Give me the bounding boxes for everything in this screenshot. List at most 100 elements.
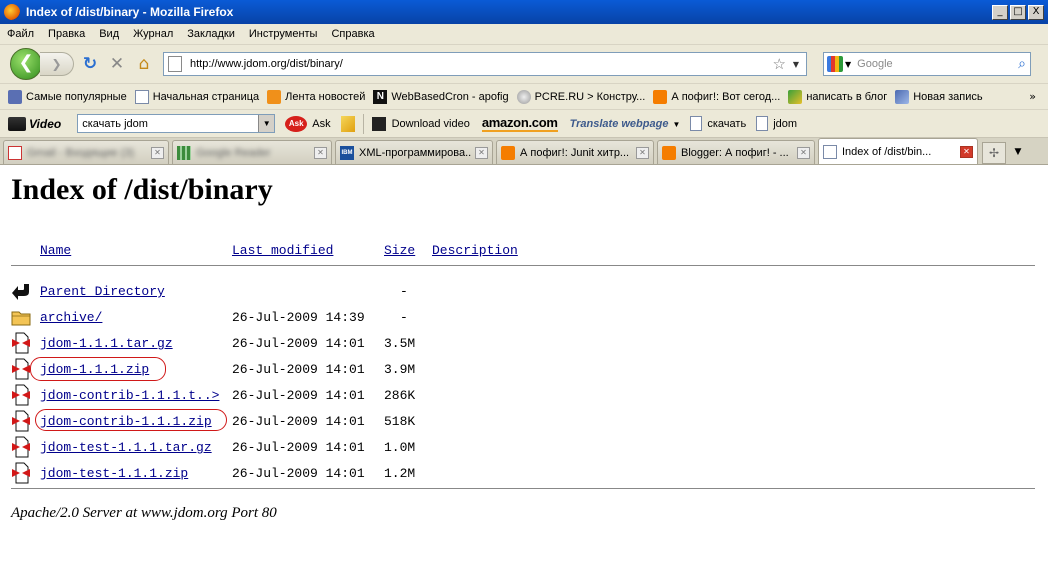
tab-list-dropdown-icon[interactable]: ▼ xyxy=(1010,142,1026,164)
column-header-description[interactable]: Description xyxy=(432,243,518,258)
film-icon xyxy=(371,116,386,131)
menu-file[interactable]: Файл xyxy=(0,28,41,40)
tab-gmail[interactable]: Gmail - Входящие (3) ✕ xyxy=(3,140,169,164)
tab-label: Google Reader xyxy=(196,146,271,159)
page-icon xyxy=(134,89,149,104)
amazon-button[interactable]: amazon.com xyxy=(481,115,558,132)
column-header-size[interactable]: Size xyxy=(384,243,415,258)
tab-index-of[interactable]: Index of /dist/bin... ✕ xyxy=(818,138,978,164)
forward-button[interactable]: ❯ xyxy=(40,52,74,76)
file-size: 3.5M xyxy=(384,336,416,351)
close-tab-icon[interactable]: ✕ xyxy=(797,146,810,159)
search-icon[interactable]: ⌕ xyxy=(1018,56,1026,72)
page-icon xyxy=(823,144,837,159)
file-size: - xyxy=(400,284,408,299)
sort-by-size-link[interactable]: Size xyxy=(384,243,415,258)
bookmark-blog-post[interactable]: А пофиг!: Вот сегод... xyxy=(653,89,780,104)
table-row: archive/ 26-Jul-2009 14:39 - xyxy=(0,310,1048,336)
bookmark-webbasedcron[interactable]: N WebBasedCron - apofig xyxy=(373,89,509,104)
compressed-icon xyxy=(12,332,30,354)
table-row: jdom-test-1.1.1.tar.gz 26-Jul-2009 14:01… xyxy=(0,436,1048,466)
bookmark-write-blog[interactable]: написать в блог xyxy=(788,89,888,104)
tab-label: XML-программирова... xyxy=(359,146,471,159)
close-tab-icon[interactable]: ✕ xyxy=(636,146,649,159)
bookmark-label: написать в блог xyxy=(806,90,888,103)
footer-divider xyxy=(11,488,1035,489)
close-tab-icon[interactable]: ✕ xyxy=(314,146,327,159)
close-tab-icon[interactable]: ✕ xyxy=(151,146,164,159)
highlighter-icon[interactable] xyxy=(340,115,355,132)
tab-blogger[interactable]: Blogger: А пофиг! - ... ✕ xyxy=(657,140,815,164)
sort-by-modified-link[interactable]: Last modified xyxy=(232,243,333,258)
translate-button[interactable]: Translate webpage ▼ xyxy=(570,118,681,130)
video-search-select[interactable]: скачать jdom ▼ xyxy=(77,114,276,133)
sort-by-name-link[interactable]: Name xyxy=(40,243,71,258)
minimize-button[interactable]: _ xyxy=(992,4,1008,20)
tab-xml[interactable]: IBM XML-программирова... ✕ xyxy=(335,140,493,164)
reload-icon[interactable]: ↻ xyxy=(79,53,101,75)
chevron-down-icon[interactable]: ▼ xyxy=(672,120,680,129)
menu-edit[interactable]: Правка xyxy=(41,28,92,40)
url-text[interactable]: http://www.jdom.org/dist/binary/ xyxy=(190,58,343,70)
bookmark-star-icon[interactable]: ☆ xyxy=(773,55,786,73)
new-tab-button[interactable]: ✢ xyxy=(982,142,1006,164)
maximize-button[interactable]: □ xyxy=(1010,4,1026,20)
compressed-icon xyxy=(12,384,30,406)
file-link[interactable]: jdom-contrib-1.1.1.t..> xyxy=(40,388,219,403)
file-link[interactable]: jdom-test-1.1.1.tar.gz xyxy=(40,440,212,455)
toolbar-link-download[interactable]: скачать xyxy=(690,116,746,131)
video-logo[interactable]: Video xyxy=(8,116,61,131)
bookmark-news-feed[interactable]: Лента новостей xyxy=(267,89,365,104)
search-input[interactable]: Google xyxy=(857,58,892,70)
bookmark-new-entry[interactable]: Новая запись xyxy=(895,89,983,104)
file-link-parent-directory[interactable]: Parent Directory xyxy=(40,284,165,299)
menu-bookmarks[interactable]: Закладки xyxy=(180,28,242,40)
menu-history[interactable]: Журнал xyxy=(126,28,180,40)
compressed-icon xyxy=(12,436,30,458)
menu-help[interactable]: Справка xyxy=(324,28,381,40)
close-tab-icon[interactable]: ✕ xyxy=(475,146,488,159)
google-icon[interactable] xyxy=(827,56,843,72)
close-tab-icon[interactable]: ✕ xyxy=(960,145,973,158)
file-link-archive[interactable]: archive/ xyxy=(40,310,102,325)
pencil-icon xyxy=(895,89,910,104)
tab-junit[interactable]: А пофиг!: Junit хитр... ✕ xyxy=(496,140,654,164)
search-bar[interactable]: ▼ Google ⌕ xyxy=(823,52,1031,76)
column-header-modified[interactable]: Last modified xyxy=(232,243,333,258)
url-dropdown-icon[interactable]: ▼ xyxy=(786,60,806,69)
file-link[interactable]: jdom-1.1.1.zip xyxy=(40,362,149,377)
ask-button[interactable]: Ask Ask xyxy=(285,115,331,132)
file-size: 1.2M xyxy=(384,466,416,481)
toolbar-link-jdom[interactable]: jdom xyxy=(756,116,797,131)
tab-label: А пофиг!: Junit хитр... xyxy=(520,146,630,159)
bookmark-start-page[interactable]: Начальная страница xyxy=(134,89,259,104)
chevron-down-icon[interactable]: ▼ xyxy=(258,115,275,132)
blogger-icon xyxy=(653,89,668,104)
tab-reader[interactable]: Google Reader ✕ xyxy=(172,140,332,164)
file-link[interactable]: jdom-1.1.1.tar.gz xyxy=(40,336,173,351)
header-divider xyxy=(11,265,1035,266)
bookmark-most-visited[interactable]: Самые популярные xyxy=(8,89,127,104)
n-icon: N xyxy=(373,89,388,104)
window-controls: _ □ X xyxy=(992,4,1044,20)
stop-icon[interactable]: ✕ xyxy=(106,53,128,75)
tab-label: Blogger: А пофиг! - ... xyxy=(681,146,789,159)
column-header-name[interactable]: Name xyxy=(40,243,71,258)
sort-by-description-link[interactable]: Description xyxy=(432,243,518,258)
bookmark-pcre[interactable]: PCRE.RU > Констру... xyxy=(516,89,645,104)
file-date: 26-Jul-2009 14:01 xyxy=(232,362,365,377)
menu-tools[interactable]: Инструменты xyxy=(242,28,325,40)
close-button[interactable]: X xyxy=(1028,4,1044,20)
file-link[interactable]: jdom-contrib-1.1.1.zip xyxy=(40,414,212,429)
menu-view[interactable]: Вид xyxy=(92,28,126,40)
table-row: jdom-1.1.1.tar.gz 26-Jul-2009 14:01 3.5M xyxy=(0,332,1048,362)
file-date: 26-Jul-2009 14:01 xyxy=(232,414,365,429)
address-bar[interactable]: http://www.jdom.org/dist/binary/ ☆ ▼ xyxy=(163,52,807,76)
back-button[interactable]: ❮ xyxy=(10,48,42,80)
download-video-button[interactable]: Download video xyxy=(371,116,470,131)
file-link[interactable]: jdom-test-1.1.1.zip xyxy=(40,466,188,481)
bookmarks-overflow-button[interactable]: » xyxy=(1029,90,1036,103)
search-engine-dropdown-icon[interactable]: ▼ xyxy=(845,60,851,69)
table-row: jdom-1.1.1.zip 26-Jul-2009 14:01 3.9M xyxy=(0,357,1048,388)
home-icon[interactable]: ⌂ xyxy=(133,53,155,75)
